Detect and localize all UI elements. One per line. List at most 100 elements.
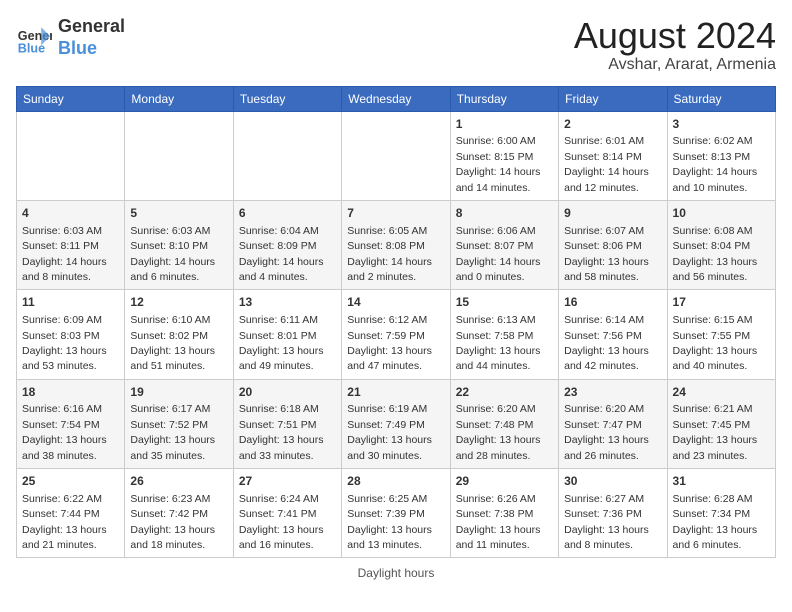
day-number: 3 <box>673 116 770 133</box>
day-number: 24 <box>673 384 770 401</box>
calendar-week-row: 25 Sunrise: 6:22 AMSunset: 7:44 PMDayligh… <box>17 469 776 558</box>
page-header: General Blue General Blue August 2024 Av… <box>16 16 776 74</box>
day-number: 14 <box>347 294 444 311</box>
table-row <box>125 111 233 200</box>
logo: General Blue General Blue <box>16 16 125 59</box>
daylight-label: Daylight hours <box>358 566 435 580</box>
table-row: 6Sunrise: 6:04 AMSunset: 8:09 PMDaylight… <box>233 200 341 289</box>
calendar-week-row: 4 Sunrise: 6:03 AMSunset: 8:11 PMDaylight… <box>17 200 776 289</box>
day-number: 5 <box>130 205 227 222</box>
table-row: 14Sunrise: 6:12 AMSunset: 7:59 PMDayligh… <box>342 290 450 379</box>
day-number: 18 <box>22 384 119 401</box>
table-row: 23Sunrise: 6:20 AMSunset: 7:47 PMDayligh… <box>559 379 667 468</box>
table-row: 10 Sunrise: 6:08 AMSunset: 8:04 PMDayligh… <box>667 200 775 289</box>
col-thursday: Thursday <box>450 86 558 111</box>
calendar-week-row: 1 Sunrise: 6:00 AMSunset: 8:15 PMDaylight… <box>17 111 776 200</box>
table-row: 18 Sunrise: 6:16 AMSunset: 7:54 PMDayligh… <box>17 379 125 468</box>
day-number: 23 <box>564 384 661 401</box>
day-number: 16 <box>564 294 661 311</box>
day-info: Sunrise: 6:11 AMSunset: 8:01 PMDaylight:… <box>239 314 324 372</box>
day-number: 20 <box>239 384 336 401</box>
day-number: 26 <box>130 473 227 490</box>
day-info: Sunrise: 6:00 AMSunset: 8:15 PMDaylight:… <box>456 135 541 193</box>
day-number: 13 <box>239 294 336 311</box>
subtitle: Avshar, Ararat, Armenia <box>574 56 776 74</box>
day-info: Sunrise: 6:26 AMSunset: 7:38 PMDaylight:… <box>456 493 541 551</box>
table-row: 15 Sunrise: 6:13 AMSunset: 7:58 PMDayligh… <box>450 290 558 379</box>
table-row: 3 Sunrise: 6:02 AMSunset: 8:13 PMDaylight… <box>667 111 775 200</box>
day-number: 15 <box>456 294 553 311</box>
day-info: Sunrise: 6:20 AMSunset: 7:48 PMDaylight:… <box>456 403 541 461</box>
table-row: 21Sunrise: 6:19 AMSunset: 7:49 PMDayligh… <box>342 379 450 468</box>
table-row: 16 Sunrise: 6:14 AMSunset: 7:56 PMDayligh… <box>559 290 667 379</box>
table-row: 1 Sunrise: 6:00 AMSunset: 8:15 PMDaylight… <box>450 111 558 200</box>
table-row: 19Sunrise: 6:17 AMSunset: 7:52 PMDayligh… <box>125 379 233 468</box>
calendar-week-row: 11 Sunrise: 6:09 AMSunset: 8:03 PMDayligh… <box>17 290 776 379</box>
table-row: 12Sunrise: 6:10 AMSunset: 8:02 PMDayligh… <box>125 290 233 379</box>
table-row: 2Sunrise: 6:01 AMSunset: 8:14 PMDaylight… <box>559 111 667 200</box>
day-number: 17 <box>673 294 770 311</box>
table-row: 24 Sunrise: 6:21 AMSunset: 7:45 PMDayligh… <box>667 379 775 468</box>
day-number: 8 <box>456 205 553 222</box>
day-info: Sunrise: 6:21 AMSunset: 7:45 PMDaylight:… <box>673 403 758 461</box>
svg-text:Blue: Blue <box>18 41 45 55</box>
table-row: 29Sunrise: 6:26 AMSunset: 7:38 PMDayligh… <box>450 469 558 558</box>
day-number: 10 <box>673 205 770 222</box>
day-info: Sunrise: 6:18 AMSunset: 7:51 PMDaylight:… <box>239 403 324 461</box>
col-tuesday: Tuesday <box>233 86 341 111</box>
calendar-table: Sunday Monday Tuesday Wednesday Thursday… <box>16 86 776 559</box>
table-row: 4 Sunrise: 6:03 AMSunset: 8:11 PMDaylight… <box>17 200 125 289</box>
day-info: Sunrise: 6:07 AMSunset: 8:06 PMDaylight:… <box>564 225 649 283</box>
main-title: August 2024 <box>574 16 776 56</box>
day-number: 27 <box>239 473 336 490</box>
footer-note: Daylight hours <box>16 566 776 580</box>
day-info: Sunrise: 6:03 AMSunset: 8:10 PMDaylight:… <box>130 225 215 283</box>
day-info: Sunrise: 6:09 AMSunset: 8:03 PMDaylight:… <box>22 314 107 372</box>
title-block: August 2024 Avshar, Ararat, Armenia <box>574 16 776 74</box>
day-number: 12 <box>130 294 227 311</box>
table-row: 30Sunrise: 6:27 AMSunset: 7:36 PMDayligh… <box>559 469 667 558</box>
day-number: 4 <box>22 205 119 222</box>
day-number: 19 <box>130 384 227 401</box>
col-friday: Friday <box>559 86 667 111</box>
day-info: Sunrise: 6:01 AMSunset: 8:14 PMDaylight:… <box>564 135 649 193</box>
day-number: 1 <box>456 116 553 133</box>
day-number: 22 <box>456 384 553 401</box>
day-number: 11 <box>22 294 119 311</box>
day-info: Sunrise: 6:23 AMSunset: 7:42 PMDaylight:… <box>130 493 215 551</box>
day-number: 7 <box>347 205 444 222</box>
col-saturday: Saturday <box>667 86 775 111</box>
logo-text: General Blue <box>58 16 125 59</box>
day-info: Sunrise: 6:19 AMSunset: 7:49 PMDaylight:… <box>347 403 432 461</box>
table-row: 7Sunrise: 6:05 AMSunset: 8:08 PMDaylight… <box>342 200 450 289</box>
day-number: 9 <box>564 205 661 222</box>
day-number: 6 <box>239 205 336 222</box>
day-info: Sunrise: 6:13 AMSunset: 7:58 PMDaylight:… <box>456 314 541 372</box>
table-row: 9 Sunrise: 6:07 AMSunset: 8:06 PMDaylight… <box>559 200 667 289</box>
logo-icon: General Blue <box>16 20 52 56</box>
col-sunday: Sunday <box>17 86 125 111</box>
table-row: 20 Sunrise: 6:18 AMSunset: 7:51 PMDayligh… <box>233 379 341 468</box>
day-info: Sunrise: 6:15 AMSunset: 7:55 PMDaylight:… <box>673 314 758 372</box>
day-info: Sunrise: 6:25 AMSunset: 7:39 PMDaylight:… <box>347 493 432 551</box>
day-info: Sunrise: 6:28 AMSunset: 7:34 PMDaylight:… <box>673 493 758 551</box>
day-number: 25 <box>22 473 119 490</box>
table-row: 8 Sunrise: 6:06 AMSunset: 8:07 PMDaylight… <box>450 200 558 289</box>
day-info: Sunrise: 6:06 AMSunset: 8:07 PMDaylight:… <box>456 225 541 283</box>
day-info: Sunrise: 6:08 AMSunset: 8:04 PMDaylight:… <box>673 225 758 283</box>
day-info: Sunrise: 6:02 AMSunset: 8:13 PMDaylight:… <box>673 135 758 193</box>
table-row: 25 Sunrise: 6:22 AMSunset: 7:44 PMDayligh… <box>17 469 125 558</box>
day-info: Sunrise: 6:03 AMSunset: 8:11 PMDaylight:… <box>22 225 107 283</box>
col-monday: Monday <box>125 86 233 111</box>
day-info: Sunrise: 6:22 AMSunset: 7:44 PMDaylight:… <box>22 493 107 551</box>
calendar-header-row: Sunday Monday Tuesday Wednesday Thursday… <box>17 86 776 111</box>
table-row <box>17 111 125 200</box>
table-row: 28Sunrise: 6:25 AMSunset: 7:39 PMDayligh… <box>342 469 450 558</box>
day-info: Sunrise: 6:14 AMSunset: 7:56 PMDaylight:… <box>564 314 649 372</box>
col-wednesday: Wednesday <box>342 86 450 111</box>
table-row: 26 Sunrise: 6:23 AMSunset: 7:42 PMDayligh… <box>125 469 233 558</box>
table-row: 13 Sunrise: 6:11 AMSunset: 8:01 PMDayligh… <box>233 290 341 379</box>
table-row: 31Sunrise: 6:28 AMSunset: 7:34 PMDayligh… <box>667 469 775 558</box>
day-info: Sunrise: 6:16 AMSunset: 7:54 PMDaylight:… <box>22 403 107 461</box>
table-row: 5 Sunrise: 6:03 AMSunset: 8:10 PMDaylight… <box>125 200 233 289</box>
